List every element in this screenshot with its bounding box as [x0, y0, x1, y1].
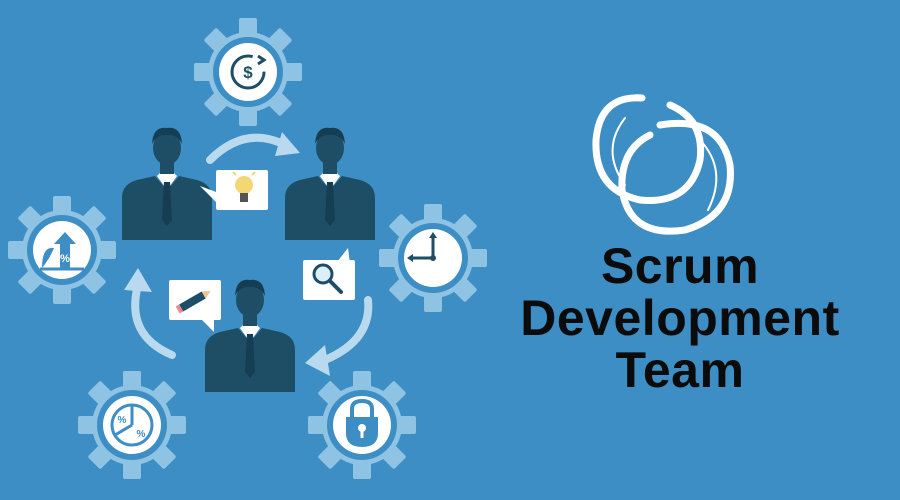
- svg-text:%: %: [60, 253, 70, 265]
- banner: $ % % % Scrum Development Team: [0, 0, 900, 500]
- title-line-1: Scrum: [600, 238, 760, 294]
- gear-clock: [379, 204, 487, 312]
- gear-dollar-cycle: $: [194, 18, 302, 126]
- page-title: Scrum Development Team: [500, 240, 860, 396]
- gear-pie-chart: % %: [78, 371, 186, 479]
- svg-text:$: $: [243, 63, 253, 82]
- title-line-2: Development: [520, 290, 840, 346]
- person-top-right: [285, 127, 375, 240]
- magnifier-bubble: [303, 248, 355, 300]
- svg-text:%: %: [137, 429, 146, 440]
- gear-growth-percent: %: [8, 196, 117, 304]
- person-top-left: [122, 127, 212, 240]
- enso-circle-logo: [592, 94, 734, 235]
- svg-text:%: %: [118, 415, 127, 426]
- pencil-bubble: [169, 280, 221, 332]
- gear-padlock: [308, 371, 416, 479]
- title-line-3: Team: [615, 342, 745, 398]
